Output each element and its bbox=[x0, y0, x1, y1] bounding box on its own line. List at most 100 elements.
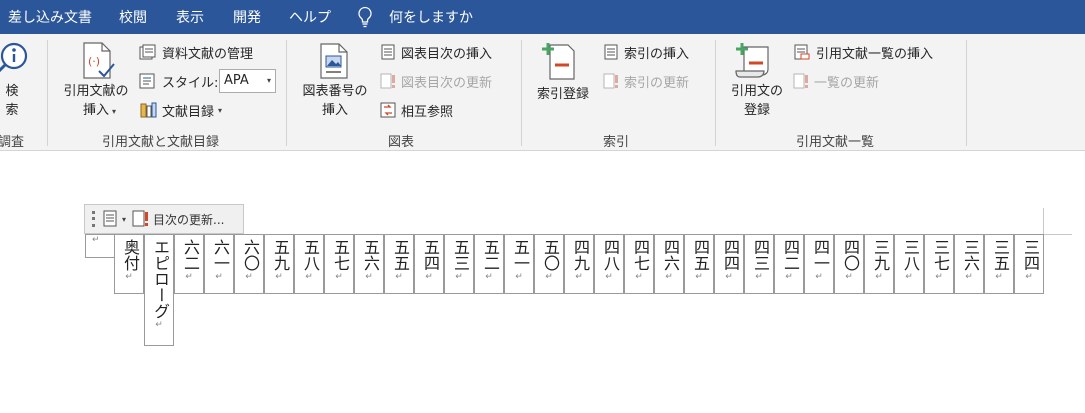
captions-group-label: 図表 bbox=[388, 135, 415, 150]
paragraph-mark: ↵ bbox=[485, 272, 493, 282]
mark-entry-button[interactable]: 索引登録 bbox=[530, 85, 596, 104]
toc-cell[interactable]: 三四 ↵ bbox=[1014, 234, 1044, 294]
toc-cell[interactable]: 四一 ↵ bbox=[804, 234, 834, 294]
toc-cell[interactable]: 四九 ↵ bbox=[564, 234, 594, 294]
style-control: スタイル: bbox=[139, 70, 218, 92]
paragraph-mark: ↵ bbox=[695, 272, 703, 282]
document-area[interactable]: ▾ 目次の更新... ↵ 奥付 ↵ エピローグ ↵ 六二 ↵ 六一 ↵ 六〇 ↵ 五九 ↵ 五八 ↵ 五七 ↵… bbox=[0, 152, 1085, 413]
paragraph-mark: ↵ bbox=[545, 272, 553, 282]
toa-group-label: 引用文献一覧 bbox=[796, 135, 875, 150]
toc-entry-text: 四四 bbox=[721, 239, 740, 271]
toc-entry-text: 五一 bbox=[511, 239, 530, 271]
toc-cell[interactable]: 六二 ↵ bbox=[174, 234, 204, 294]
toc-cell[interactable]: 五〇 ↵ bbox=[534, 234, 564, 294]
toc-cell[interactable]: 奥付 ↵ bbox=[114, 234, 144, 294]
paragraph-mark: ↵ bbox=[335, 272, 343, 282]
chevron-down-icon[interactable]: ▾ bbox=[122, 215, 126, 224]
tab-review[interactable]: 校閲 bbox=[119, 7, 147, 27]
insert-index-label: 索引の挿入 bbox=[624, 46, 690, 62]
update-toc-button[interactable]: 目次の更新... bbox=[153, 211, 224, 228]
insert-table-of-figures-button[interactable]: 図表目次の挿入 bbox=[380, 41, 492, 63]
insert-index-button[interactable]: 索引の挿入 bbox=[603, 41, 689, 63]
update-toa-label: 一覧の更新 bbox=[814, 75, 880, 91]
toc-cell[interactable]: 五三 ↵ bbox=[444, 234, 474, 294]
mark-citation-icon bbox=[735, 43, 769, 78]
chevron-down-icon: ▾ bbox=[112, 107, 117, 116]
paragraph-mark: ↵ bbox=[905, 272, 913, 282]
tell-me-search[interactable]: 何をしますか bbox=[389, 7, 473, 27]
tab-help[interactable]: ヘルプ bbox=[289, 7, 331, 27]
toc-content-control-tab: ▾ 目次の更新... bbox=[84, 204, 244, 234]
update-index-button[interactable]: 索引の更新 bbox=[603, 70, 689, 92]
toc-entry-text: 四六 bbox=[661, 239, 680, 271]
style-dropdown[interactable]: APA ▾ bbox=[219, 69, 276, 93]
toc-cell[interactable]: 五二 ↵ bbox=[474, 234, 504, 294]
toc-cell[interactable]: 四〇 ↵ bbox=[834, 234, 864, 294]
cross-reference-label: 相互参照 bbox=[401, 104, 454, 120]
bibliography-button[interactable]: 文献目録 ▾ bbox=[139, 99, 222, 121]
toc-entry-text: 四八 bbox=[601, 239, 620, 271]
toc-cell[interactable]: 五八 ↵ bbox=[294, 234, 324, 294]
toc-cell[interactable]: 四三 ↵ bbox=[744, 234, 774, 294]
toc-entry-text: 三五 bbox=[991, 239, 1010, 271]
toc-cell[interactable]: 三九 ↵ bbox=[864, 234, 894, 294]
tab-mailings[interactable]: 差し込み文書 bbox=[8, 7, 92, 27]
update-table-button[interactable]: 図表目次の更新 bbox=[380, 70, 492, 92]
cross-reference-button[interactable]: 相互参照 bbox=[380, 99, 453, 121]
toc-cell[interactable]: 五六 ↵ bbox=[354, 234, 384, 294]
toc-cell[interactable]: 四四 ↵ bbox=[714, 234, 744, 294]
update-table-icon bbox=[380, 73, 395, 89]
group-separator bbox=[715, 40, 716, 146]
paragraph-mark: ↵ bbox=[455, 272, 463, 282]
insert-citation-button[interactable]: 引用文献の 挿入 bbox=[58, 82, 134, 120]
toc-cell[interactable]: 四七 ↵ bbox=[624, 234, 654, 294]
update-index-icon bbox=[603, 73, 618, 89]
toc-cell[interactable]: 五四 ↵ bbox=[414, 234, 444, 294]
insert-caption-button[interactable]: 図表番号の 挿入 bbox=[297, 82, 373, 120]
toc-cell[interactable]: 六〇 ↵ bbox=[234, 234, 264, 294]
update-toc-icon bbox=[132, 210, 149, 227]
group-separator bbox=[286, 40, 287, 146]
cross-reference-icon bbox=[380, 102, 396, 118]
toc-cell[interactable]: 四二 ↵ bbox=[774, 234, 804, 294]
paragraph-mark: ↵ bbox=[365, 272, 373, 282]
bibliography-label: 文献目録 bbox=[162, 104, 215, 120]
toc-cell[interactable]: 三七 ↵ bbox=[924, 234, 954, 294]
toc-cell[interactable]: 四八 ↵ bbox=[594, 234, 624, 294]
tab-view[interactable]: 表示 bbox=[176, 7, 204, 27]
paragraph-mark: ↵ bbox=[125, 272, 133, 282]
content-control-border bbox=[1043, 208, 1044, 235]
toc-entry-text: 四七 bbox=[631, 239, 650, 271]
paragraph-mark: ↵ bbox=[185, 272, 193, 282]
update-index-label: 索引の更新 bbox=[624, 75, 690, 91]
mark-citation-button[interactable]: 引用文の 登録 bbox=[722, 82, 792, 120]
toc-cell[interactable]: エピローグ ↵ bbox=[144, 234, 174, 346]
insert-toa-button[interactable]: 引用文献一覧の挿入 bbox=[793, 41, 933, 63]
toc-entry-text: 四一 bbox=[811, 239, 830, 271]
toc-cell[interactable]: 四五 ↵ bbox=[684, 234, 714, 294]
toc-cell[interactable]: 三八 ↵ bbox=[894, 234, 924, 294]
toc-cell[interactable]: 五一 ↵ bbox=[504, 234, 534, 294]
manage-sources-button[interactable]: 資料文献の管理 bbox=[139, 41, 253, 63]
toc-cell[interactable]: 三五 ↵ bbox=[984, 234, 1014, 294]
tab-developer[interactable]: 開発 bbox=[233, 7, 261, 27]
insert-caption-icon bbox=[320, 43, 348, 79]
toc-icon[interactable] bbox=[102, 210, 118, 228]
drag-handle-icon[interactable] bbox=[88, 209, 98, 229]
paragraph-mark: ↵ bbox=[995, 272, 1003, 282]
paragraph-mark: ↵ bbox=[1025, 272, 1033, 282]
toc-cell[interactable]: 四六 ↵ bbox=[654, 234, 684, 294]
ribbon-tab-bar: 差し込み文書 校閲 表示 開発 ヘルプ 何をしますか bbox=[0, 0, 1085, 34]
toc-cell[interactable]: 五七 ↵ bbox=[324, 234, 354, 294]
paragraph-mark: ↵ bbox=[845, 272, 853, 282]
update-toa-button[interactable]: 一覧の更新 bbox=[793, 70, 879, 92]
toc-cell[interactable]: 六一 ↵ bbox=[204, 234, 234, 294]
toc-entry-text: 四九 bbox=[571, 239, 590, 271]
toc-cell[interactable]: 五五 ↵ bbox=[384, 234, 414, 294]
toc-entry-text: 四二 bbox=[781, 239, 800, 271]
smart-lookup-button[interactable]: 検 索 bbox=[4, 82, 20, 120]
toc-cell[interactable]: 三六 ↵ bbox=[954, 234, 984, 294]
toc-entry-text: 五八 bbox=[301, 239, 320, 271]
toc-cell[interactable]: 五九 ↵ bbox=[264, 234, 294, 294]
paragraph-mark: ↵ bbox=[425, 272, 433, 282]
